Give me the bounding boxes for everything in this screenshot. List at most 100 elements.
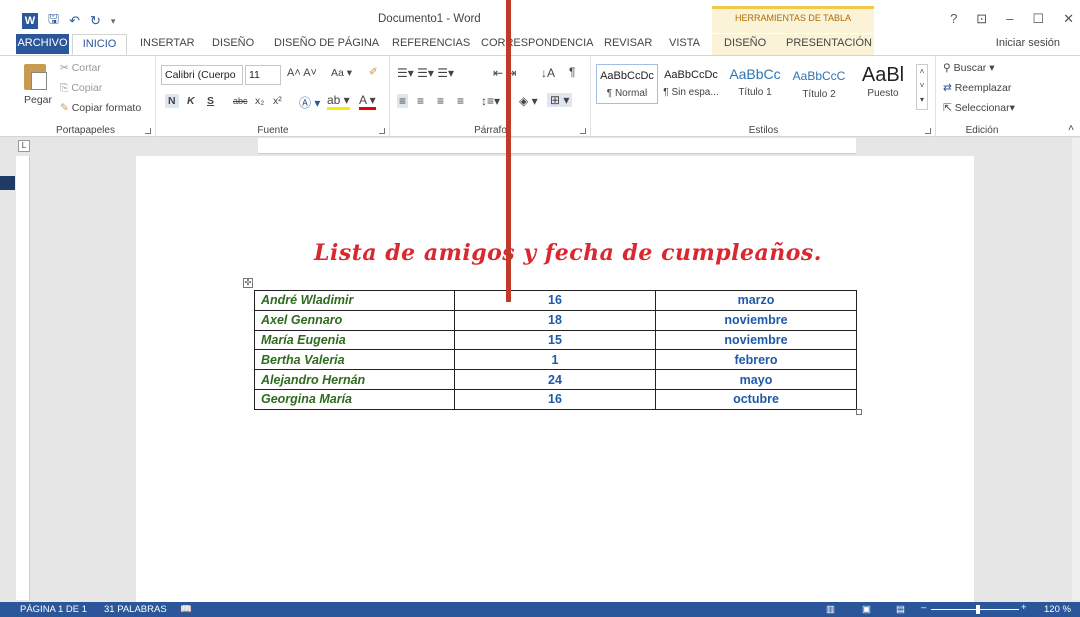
horizontal-ruler[interactable]: [136, 138, 974, 154]
zoom-out-button[interactable]: –: [921, 602, 926, 613]
zoom-thumb[interactable]: [976, 605, 980, 614]
print-layout-icon[interactable]: ▣: [862, 604, 871, 615]
word-count[interactable]: 31 PALABRAS: [104, 604, 167, 615]
friend-name-cell[interactable]: Alejandro Hernán: [254, 369, 455, 390]
format-painter-button[interactable]: ✎ Copiar formato: [60, 102, 141, 114]
pilcrow-icon[interactable]: ¶: [569, 65, 575, 79]
bullets-icon[interactable]: ☰▾ ☰▾ ☰▾: [397, 66, 454, 80]
tab-review[interactable]: REVISAR: [604, 37, 652, 49]
styles-scroll-icon[interactable]: ˄ ˅ ▾: [916, 64, 928, 110]
replace-button[interactable]: ⇄ Reemplazar: [943, 82, 1011, 94]
tab-selector-icon[interactable]: L: [18, 140, 30, 152]
birth-month-cell[interactable]: marzo: [655, 290, 857, 311]
style-heading1[interactable]: AaBbCc Título 1: [724, 64, 786, 104]
borders-icon[interactable]: ⊞ ▾: [547, 93, 573, 107]
birth-month-cell[interactable]: noviembre: [655, 309, 857, 331]
customize-qat-icon[interactable]: ▾: [111, 16, 116, 27]
vertical-ruler[interactable]: [16, 156, 30, 600]
table-row[interactable]: María Eugenia 15 noviembre: [254, 329, 857, 351]
text-effects-icon[interactable]: Ⓐ ▾: [299, 94, 320, 111]
birth-month-cell[interactable]: febrero: [655, 349, 857, 371]
table-move-handle-icon[interactable]: ✣: [243, 278, 253, 288]
tab-table-design[interactable]: DISEÑO: [724, 37, 766, 49]
paste-icon[interactable]: [24, 64, 47, 90]
font-color-icon[interactable]: A ▾: [359, 93, 376, 110]
change-case-icon[interactable]: Aa ▾: [331, 67, 352, 79]
birth-day-cell[interactable]: 15: [454, 329, 656, 351]
table-row[interactable]: Alejandro Hernán 24 mayo: [254, 369, 857, 390]
birth-day-cell[interactable]: 24: [454, 369, 656, 390]
superscript-button[interactable]: x²: [273, 95, 282, 107]
birth-day-cell[interactable]: 16: [454, 388, 656, 410]
document-heading[interactable]: Lista de amigos y fecha de cumpleaños.: [314, 240, 822, 266]
read-mode-icon[interactable]: ▥: [826, 604, 835, 615]
find-button[interactable]: ⚲ Buscar ▾: [943, 62, 995, 74]
zoom-in-button[interactable]: +: [1021, 602, 1027, 613]
birthday-table[interactable]: André Wladimir 16 marzo Axel Gennaro 18 novie…: [254, 290, 857, 410]
style-normal[interactable]: AaBbCcDc ¶ Normal: [596, 64, 658, 104]
close-button[interactable]: ✕: [1063, 11, 1074, 27]
select-button[interactable]: ⇱ Seleccionar▾: [943, 102, 1015, 114]
birth-day-cell[interactable]: 16: [454, 290, 656, 311]
tab-page-layout[interactable]: DISEÑO DE PÁGINA: [274, 37, 379, 49]
birth-day-cell[interactable]: 18: [454, 309, 656, 331]
underline-button[interactable]: S: [207, 95, 214, 107]
table-row[interactable]: André Wladimir 16 marzo: [254, 290, 857, 311]
style-title[interactable]: AaBl Puesto: [852, 64, 914, 104]
font-launcher-icon[interactable]: [379, 128, 385, 134]
friend-name-cell[interactable]: Bertha Valeria: [254, 349, 455, 371]
table-row[interactable]: Bertha Valeria 1 febrero: [254, 349, 857, 371]
tab-insert[interactable]: INSERTAR: [140, 37, 195, 49]
tab-design[interactable]: DISEÑO: [212, 37, 254, 49]
indent-icon[interactable]: ⇤ ⇥: [493, 66, 516, 80]
collapse-ribbon-icon[interactable]: ˄: [1068, 122, 1074, 134]
font-name-select[interactable]: Calibri (Cuerpo: [161, 65, 243, 85]
style-heading2[interactable]: AaBbCcC Título 2: [788, 64, 850, 104]
zoom-level[interactable]: 120 %: [1044, 604, 1071, 615]
italic-button[interactable]: K: [187, 95, 195, 107]
word-logo-icon[interactable]: W: [22, 13, 38, 29]
table-row[interactable]: Georgina María 16 octubre: [254, 388, 857, 410]
bold-button[interactable]: N: [165, 94, 179, 108]
save-icon[interactable]: 🖫: [48, 10, 59, 32]
style-no-spacing[interactable]: AaBbCcDc ¶ Sin espa...: [660, 64, 722, 104]
friend-name-cell[interactable]: Georgina María: [254, 388, 455, 410]
tab-references[interactable]: REFERENCIAS: [392, 37, 470, 49]
table-resize-handle-icon[interactable]: [856, 409, 862, 415]
birth-month-cell[interactable]: noviembre: [655, 329, 857, 351]
page-count[interactable]: PÁGINA 1 DE 1: [20, 604, 87, 615]
line-spacing-icon[interactable]: ↕≡▾: [481, 94, 500, 108]
paragraph-launcher-icon[interactable]: [580, 128, 586, 134]
proofing-icon[interactable]: 📖: [180, 604, 192, 615]
sort-icon[interactable]: ↓A: [541, 66, 555, 80]
undo-icon[interactable]: ↶: [69, 13, 80, 29]
tab-home[interactable]: INICIO: [72, 34, 127, 55]
paste-button[interactable]: Pegar: [24, 94, 52, 106]
cut-button[interactable]: ✂ Cortar: [60, 62, 101, 74]
friend-name-cell[interactable]: Axel Gennaro: [254, 309, 455, 331]
tab-view[interactable]: VISTA: [669, 37, 700, 49]
document-page[interactable]: Lista de amigos y fecha de cumpleaños. ✣…: [136, 156, 974, 602]
table-row[interactable]: Axel Gennaro 18 noviembre: [254, 309, 857, 331]
friend-name-cell[interactable]: André Wladimir: [254, 290, 455, 311]
tab-mailings[interactable]: CORRESPONDENCIA: [481, 37, 593, 49]
birth-day-cell[interactable]: 1: [454, 349, 656, 371]
font-size-select[interactable]: 11: [245, 65, 281, 85]
web-layout-icon[interactable]: ▤: [896, 604, 905, 615]
subscript-button[interactable]: x₂: [255, 95, 264, 107]
maximize-button[interactable]: ☐: [1032, 11, 1044, 27]
redo-icon[interactable]: ↻: [90, 13, 101, 29]
copy-button[interactable]: ⎘ Copiar: [60, 82, 102, 95]
clear-format-icon[interactable]: ✐: [369, 66, 378, 78]
align-left-icon[interactable]: ≡: [397, 94, 409, 108]
strikethrough-button[interactable]: abc: [233, 96, 248, 106]
vertical-scrollbar[interactable]: [1072, 138, 1080, 600]
birth-month-cell[interactable]: mayo: [655, 369, 857, 390]
ribbon-display-button[interactable]: ⊡: [976, 11, 987, 27]
minimize-button[interactable]: –: [1006, 11, 1013, 27]
align-right-icon[interactable]: ≡: [437, 94, 444, 108]
shading-icon[interactable]: ◈ ▾: [519, 94, 538, 108]
styles-launcher-icon[interactable]: [925, 128, 931, 134]
tab-table-layout[interactable]: PRESENTACIÓN: [786, 37, 872, 49]
grow-font-icon[interactable]: A˄ A˅: [287, 67, 317, 79]
